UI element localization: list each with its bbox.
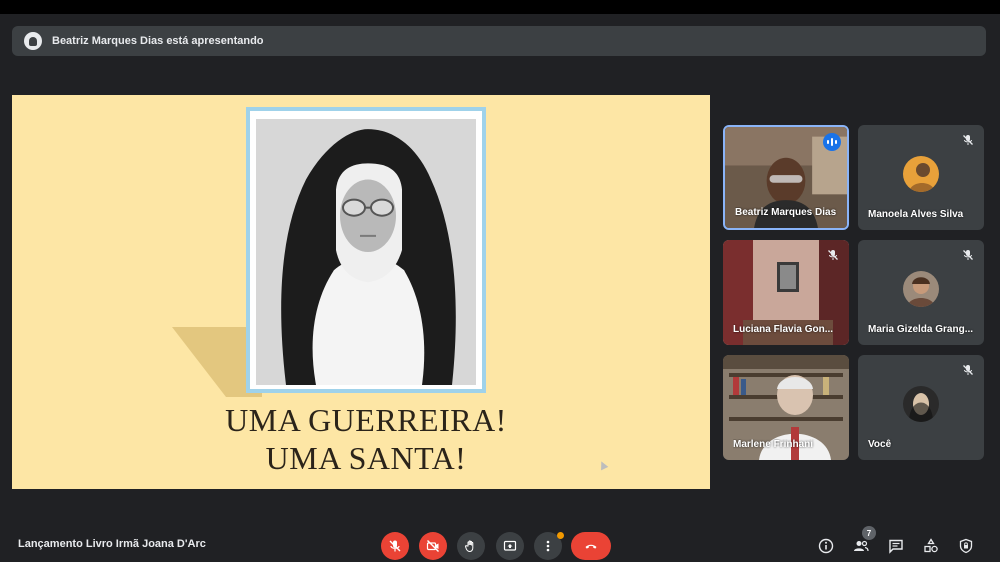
- participant-tile-luciana[interactable]: Luciana Flavia Gon...: [723, 240, 849, 345]
- participant-name: Luciana Flavia Gon...: [733, 324, 834, 335]
- camera-off-icon: [426, 540, 439, 552]
- portrait-frame: [246, 107, 486, 393]
- activities-icon: [924, 538, 938, 553]
- participant-name: Marlene Frinhani: [733, 439, 814, 450]
- participant-tile-self[interactable]: Você: [858, 355, 984, 460]
- slide-title-line1: UMA GUERREIRA!: [225, 402, 507, 438]
- meeting-details-button[interactable]: [816, 536, 836, 556]
- notification-dot: [557, 532, 564, 539]
- participant-tile-maria[interactable]: Maria Gizelda Grang...: [858, 240, 984, 345]
- present-now-button[interactable]: [496, 532, 524, 560]
- info-icon: [818, 538, 834, 554]
- end-call-icon: [585, 544, 597, 549]
- mic-off-icon: [962, 363, 974, 375]
- participant-name: Você: [868, 439, 892, 450]
- leave-call-button[interactable]: [571, 532, 611, 560]
- mic-toggle-button[interactable]: [381, 532, 409, 560]
- speaking-indicator-icon: [823, 133, 841, 151]
- presenting-banner: Beatriz Marques Dias está apresentando: [12, 26, 986, 56]
- top-strip: [0, 0, 1000, 14]
- avatar: [903, 155, 939, 192]
- participant-tile-beatriz[interactable]: Beatriz Marques Dias: [723, 125, 849, 230]
- participant-tile-marlene[interactable]: Marlene Frinhani: [723, 355, 849, 460]
- camera-toggle-button[interactable]: [419, 532, 447, 560]
- participant-count-badge: 7: [862, 526, 876, 540]
- mic-off-icon: [962, 248, 974, 260]
- activities-button[interactable]: [921, 536, 941, 556]
- participant-tile-manoela[interactable]: Manoela Alves Silva: [858, 125, 984, 230]
- raise-hand-icon: [464, 540, 474, 553]
- more-options-icon: [546, 540, 550, 552]
- present-screen-icon: [503, 540, 517, 551]
- avatar: [903, 385, 939, 422]
- participant-name: Beatriz Marques Dias: [735, 207, 837, 218]
- host-controls-button[interactable]: [956, 536, 976, 556]
- chat-button[interactable]: [886, 536, 906, 556]
- host-controls-icon: [959, 538, 973, 554]
- avatar: [903, 270, 939, 307]
- presenter-avatar-icon: [24, 32, 42, 50]
- mic-off-icon: [389, 540, 401, 552]
- participant-name: Maria Gizelda Grang...: [868, 324, 974, 335]
- portrait-photo: [256, 119, 476, 385]
- mic-off-icon: [827, 248, 839, 260]
- slide-title-line2: UMA SANTA!: [265, 440, 467, 476]
- presenting-text: Beatriz Marques Dias está apresentando: [52, 35, 264, 47]
- raise-hand-button[interactable]: [457, 532, 485, 560]
- shared-presentation-slide: UMA GUERREIRA! UMA SANTA!: [12, 95, 710, 489]
- people-icon: [854, 540, 869, 552]
- chat-icon: [889, 539, 903, 554]
- mic-off-icon: [962, 133, 974, 145]
- meeting-title: Lançamento Livro Irmã Joana D'Arc: [18, 538, 206, 550]
- more-options-button[interactable]: [534, 532, 564, 560]
- participant-name: Manoela Alves Silva: [868, 209, 964, 220]
